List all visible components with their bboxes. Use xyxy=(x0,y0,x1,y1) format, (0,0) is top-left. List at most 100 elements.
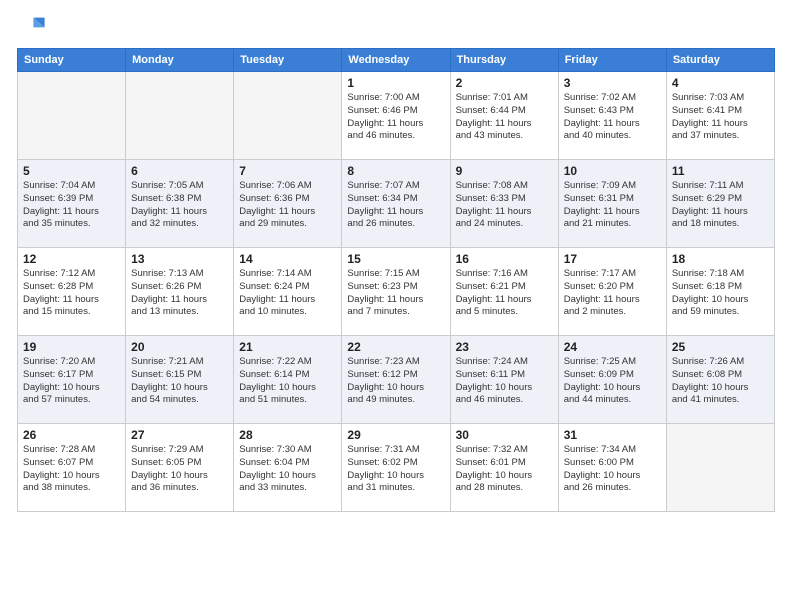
day-info: Sunrise: 7:03 AM Sunset: 6:41 PM Dayligh… xyxy=(672,92,769,143)
day-info: Sunrise: 7:14 AM Sunset: 6:24 PM Dayligh… xyxy=(239,268,336,319)
day-info: Sunrise: 7:22 AM Sunset: 6:14 PM Dayligh… xyxy=(239,356,336,407)
day-info: Sunrise: 7:21 AM Sunset: 6:15 PM Dayligh… xyxy=(131,356,228,407)
day-number: 18 xyxy=(672,252,769,266)
calendar-week-row: 12 Sunrise: 7:12 AM Sunset: 6:28 PM Dayli… xyxy=(18,248,775,336)
table-row: 15 Sunrise: 7:15 AM Sunset: 6:23 PM Dayli… xyxy=(342,248,450,336)
day-info: Sunrise: 7:18 AM Sunset: 6:18 PM Dayligh… xyxy=(672,268,769,319)
table-row: 21Sunrise: 7:22 AM Sunset: 6:14 PM Dayli… xyxy=(234,336,342,424)
day-number: 22 xyxy=(347,340,444,354)
day-number: 29 xyxy=(347,428,444,442)
day-number: 15 xyxy=(347,252,444,266)
day-number: 28 xyxy=(239,428,336,442)
day-number: 30 xyxy=(456,428,553,442)
day-number: 31 xyxy=(564,428,661,442)
day-info: Sunrise: 7:24 AM Sunset: 6:11 PM Dayligh… xyxy=(456,356,553,407)
day-number: 4 xyxy=(672,76,769,90)
table-row: 16Sunrise: 7:16 AM Sunset: 6:21 PM Dayli… xyxy=(450,248,558,336)
table-row: 31 Sunrise: 7:34 AM Sunset: 6:00 PM Dayli… xyxy=(558,424,666,512)
table-row: 23 Sunrise: 7:24 AM Sunset: 6:11 PM Dayli… xyxy=(450,336,558,424)
table-row xyxy=(18,72,126,160)
table-row: 3 Sunrise: 7:02 AM Sunset: 6:43 PM Daylig… xyxy=(558,72,666,160)
day-info: Sunrise: 7:15 AM Sunset: 6:23 PM Dayligh… xyxy=(347,268,444,319)
table-row: 5 Sunrise: 7:04 AM Sunset: 6:39 PM Daylig… xyxy=(18,160,126,248)
day-number: 7 xyxy=(239,164,336,178)
calendar-week-row: 26 Sunrise: 7:28 AM Sunset: 6:07 PM Dayli… xyxy=(18,424,775,512)
logo xyxy=(18,12,50,40)
day-info: Sunrise: 7:06 AM Sunset: 6:36 PM Dayligh… xyxy=(239,180,336,231)
day-info: Sunrise: 7:30 AM Sunset: 6:04 PM Dayligh… xyxy=(239,444,336,495)
day-info: Sunrise: 7:02 AM Sunset: 6:43 PM Dayligh… xyxy=(564,92,661,143)
table-row: 11 Sunrise: 7:11 AM Sunset: 6:29 PM Dayli… xyxy=(666,160,774,248)
table-row xyxy=(234,72,342,160)
day-number: 3 xyxy=(564,76,661,90)
day-number: 25 xyxy=(672,340,769,354)
day-number: 17 xyxy=(564,252,661,266)
calendar-header-row: Sunday Monday Tuesday Wednesday Thursday… xyxy=(18,49,775,72)
day-info: Sunrise: 7:17 AM Sunset: 6:20 PM Dayligh… xyxy=(564,268,661,319)
day-number: 9 xyxy=(456,164,553,178)
table-row xyxy=(666,424,774,512)
day-number: 2 xyxy=(456,76,553,90)
day-number: 16 xyxy=(456,252,553,266)
table-row: 24Sunrise: 7:25 AM Sunset: 6:09 PM Dayli… xyxy=(558,336,666,424)
table-row: 26 Sunrise: 7:28 AM Sunset: 6:07 PM Dayli… xyxy=(18,424,126,512)
col-wednesday: Wednesday xyxy=(342,49,450,72)
day-number: 1 xyxy=(347,76,444,90)
day-info: Sunrise: 7:07 AM Sunset: 6:34 PM Dayligh… xyxy=(347,180,444,231)
table-row: 22 Sunrise: 7:23 AM Sunset: 6:12 PM Dayli… xyxy=(342,336,450,424)
day-number: 23 xyxy=(456,340,553,354)
day-info: Sunrise: 7:09 AM Sunset: 6:31 PM Dayligh… xyxy=(564,180,661,231)
table-row: 13 Sunrise: 7:13 AM Sunset: 6:26 PM Dayli… xyxy=(126,248,234,336)
col-sunday: Sunday xyxy=(18,49,126,72)
day-number: 19 xyxy=(23,340,120,354)
day-info: Sunrise: 7:31 AM Sunset: 6:02 PM Dayligh… xyxy=(347,444,444,495)
day-info: Sunrise: 7:13 AM Sunset: 6:26 PM Dayligh… xyxy=(131,268,228,319)
table-row: 25 Sunrise: 7:26 AM Sunset: 6:08 PM Dayli… xyxy=(666,336,774,424)
table-row: 20 Sunrise: 7:21 AM Sunset: 6:15 PM Dayli… xyxy=(126,336,234,424)
table-row xyxy=(126,72,234,160)
day-info: Sunrise: 7:34 AM Sunset: 6:00 PM Dayligh… xyxy=(564,444,661,495)
page: Sunday Monday Tuesday Wednesday Thursday… xyxy=(0,0,792,612)
day-info: Sunrise: 7:26 AM Sunset: 6:08 PM Dayligh… xyxy=(672,356,769,407)
day-info: Sunrise: 7:23 AM Sunset: 6:12 PM Dayligh… xyxy=(347,356,444,407)
day-number: 11 xyxy=(672,164,769,178)
col-thursday: Thursday xyxy=(450,49,558,72)
table-row: 19 Sunrise: 7:20 AM Sunset: 6:17 PM Dayli… xyxy=(18,336,126,424)
table-row: 7 Sunrise: 7:06 AM Sunset: 6:36 PM Daylig… xyxy=(234,160,342,248)
day-number: 26 xyxy=(23,428,120,442)
day-number: 5 xyxy=(23,164,120,178)
day-info: Sunrise: 7:11 AM Sunset: 6:29 PM Dayligh… xyxy=(672,180,769,231)
table-row: 17 Sunrise: 7:17 AM Sunset: 6:20 PM Dayli… xyxy=(558,248,666,336)
day-number: 8 xyxy=(347,164,444,178)
day-number: 12 xyxy=(23,252,120,266)
table-row: 28 Sunrise: 7:30 AM Sunset: 6:04 PM Dayli… xyxy=(234,424,342,512)
col-monday: Monday xyxy=(126,49,234,72)
day-number: 13 xyxy=(131,252,228,266)
table-row: 10 Sunrise: 7:09 AM Sunset: 6:31 PM Dayli… xyxy=(558,160,666,248)
day-number: 24 xyxy=(564,340,661,354)
day-number: 27 xyxy=(131,428,228,442)
day-info: Sunrise: 7:05 AM Sunset: 6:38 PM Dayligh… xyxy=(131,180,228,231)
day-number: 14 xyxy=(239,252,336,266)
table-row: 8 Sunrise: 7:07 AM Sunset: 6:34 PM Daylig… xyxy=(342,160,450,248)
table-row: 29 Sunrise: 7:31 AM Sunset: 6:02 PM Dayli… xyxy=(342,424,450,512)
table-row: 1Sunrise: 7:00 AM Sunset: 6:46 PM Daylig… xyxy=(342,72,450,160)
col-saturday: Saturday xyxy=(666,49,774,72)
day-info: Sunrise: 7:20 AM Sunset: 6:17 PM Dayligh… xyxy=(23,356,120,407)
day-number: 10 xyxy=(564,164,661,178)
table-row: 27Sunrise: 7:29 AM Sunset: 6:05 PM Dayli… xyxy=(126,424,234,512)
day-number: 6 xyxy=(131,164,228,178)
day-info: Sunrise: 7:28 AM Sunset: 6:07 PM Dayligh… xyxy=(23,444,120,495)
day-info: Sunrise: 7:04 AM Sunset: 6:39 PM Dayligh… xyxy=(23,180,120,231)
day-info: Sunrise: 7:01 AM Sunset: 6:44 PM Dayligh… xyxy=(456,92,553,143)
day-info: Sunrise: 7:32 AM Sunset: 6:01 PM Dayligh… xyxy=(456,444,553,495)
calendar-week-row: 1Sunrise: 7:00 AM Sunset: 6:46 PM Daylig… xyxy=(18,72,775,160)
table-row: 4 Sunrise: 7:03 AM Sunset: 6:41 PM Daylig… xyxy=(666,72,774,160)
calendar-week-row: 19 Sunrise: 7:20 AM Sunset: 6:17 PM Dayli… xyxy=(18,336,775,424)
day-info: Sunrise: 7:12 AM Sunset: 6:28 PM Dayligh… xyxy=(23,268,120,319)
day-number: 20 xyxy=(131,340,228,354)
table-row: 6 Sunrise: 7:05 AM Sunset: 6:38 PM Daylig… xyxy=(126,160,234,248)
calendar-week-row: 5 Sunrise: 7:04 AM Sunset: 6:39 PM Daylig… xyxy=(18,160,775,248)
day-info: Sunrise: 7:08 AM Sunset: 6:33 PM Dayligh… xyxy=(456,180,553,231)
table-row: 12 Sunrise: 7:12 AM Sunset: 6:28 PM Dayli… xyxy=(18,248,126,336)
